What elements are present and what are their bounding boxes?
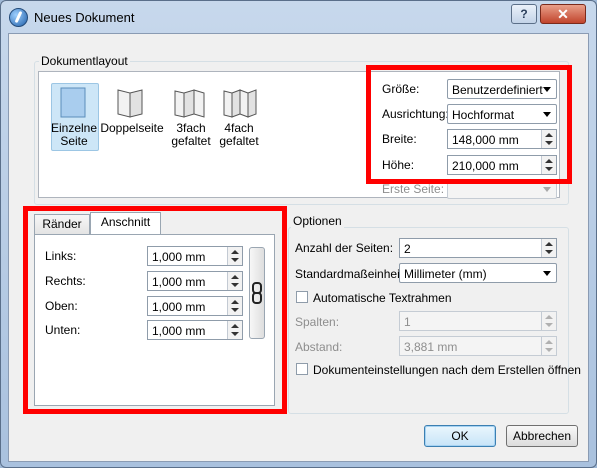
dialog-window: Neues Dokument ? ✕ Dokumentlayout Einzel…: [0, 0, 597, 468]
columns-value: 1: [404, 315, 411, 329]
cancel-button[interactable]: Abbrechen: [506, 425, 578, 447]
columns-spinbox[interactable]: 1: [399, 311, 557, 331]
auto-text-frames-label: Automatische Textrahmen: [313, 291, 452, 305]
gap-value: 3,881 mm: [404, 340, 458, 354]
layout-item-double-label1: Doppelseite: [100, 121, 164, 135]
highlight-bleed: [23, 206, 287, 414]
page-count-spinbox[interactable]: 2: [399, 238, 557, 258]
open-settings-label: Dokumenteinstellungen nach dem Erstellen…: [313, 363, 581, 377]
columns-label: Spalten:: [295, 315, 340, 329]
unit-label: Standardmaßeinheit:: [295, 267, 407, 281]
layout-group-title: Dokumentlayout: [39, 54, 130, 68]
chevron-down-icon: [543, 271, 551, 276]
quad-fold-icon: [223, 89, 257, 118]
gap-spinbox[interactable]: 3,881 mm: [399, 336, 557, 356]
chevron-down-icon: [543, 187, 551, 192]
window-title: Neues Dokument: [34, 10, 135, 25]
close-button[interactable]: ✕: [540, 4, 586, 24]
double-page-icon: [117, 89, 143, 118]
page-count-value: 2: [404, 242, 411, 256]
layout-item-quad-fold[interactable]: 4fach gefaltet: [214, 122, 264, 148]
unit-select-value: Millimeter (mm): [404, 267, 487, 281]
layout-item-tri-fold[interactable]: 3fach gefaltet: [166, 122, 216, 148]
layout-item-quad-label2: gefaltet: [219, 134, 259, 148]
layout-item-tri-label2: gefaltet: [171, 134, 211, 148]
layout-item-single-label2: Seite: [60, 134, 88, 148]
scribus-app-icon: [9, 8, 28, 27]
gap-spin-buttons[interactable]: [541, 337, 556, 355]
auto-text-frames-checkbox[interactable]: [296, 291, 308, 303]
options-group-title: Optionen: [291, 214, 344, 228]
unit-select[interactable]: Millimeter (mm): [399, 263, 557, 283]
help-button[interactable]: ?: [511, 4, 537, 24]
layout-item-double[interactable]: Doppelseite: [99, 122, 165, 135]
tri-fold-icon: [174, 89, 205, 118]
single-page-icon: [60, 87, 86, 118]
gap-label: Abstand:: [295, 340, 343, 354]
first-page-label: Erste Seite:: [382, 182, 445, 196]
title-bar[interactable]: Neues Dokument ? ✕: [1, 1, 596, 33]
page-count-spin-buttons[interactable]: [541, 239, 556, 257]
ok-button[interactable]: OK: [424, 425, 496, 447]
open-settings-checkbox[interactable]: [296, 363, 308, 375]
columns-spin-buttons[interactable]: [541, 312, 556, 330]
layout-item-single[interactable]: Einzelne Seite: [47, 122, 101, 148]
highlight-page-size: [366, 65, 572, 184]
page-count-label: Anzahl der Seiten:: [295, 241, 394, 255]
